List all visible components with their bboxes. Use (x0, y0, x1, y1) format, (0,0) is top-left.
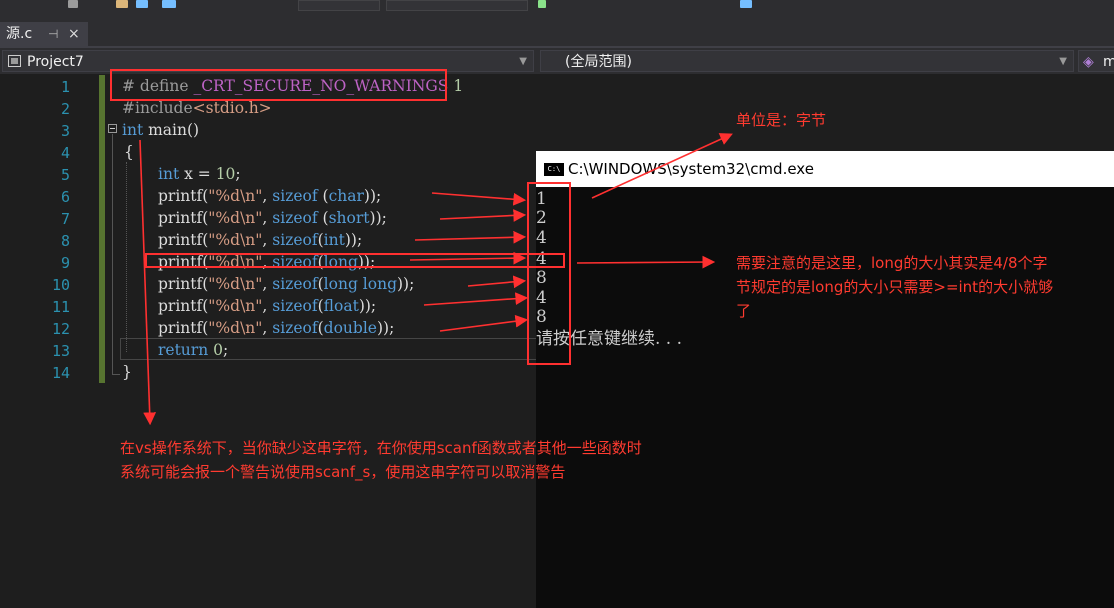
arrow-long-note (576, 255, 716, 269)
arrow-double (439, 314, 529, 332)
arrow-int (414, 230, 527, 244)
long-annotation-line-1: 需要注意的是这里，long的大小其实是4/8个字 (736, 254, 1048, 272)
annotation-arrows (139, 133, 733, 426)
arrow-long (409, 251, 527, 265)
arrow-long-long (467, 275, 527, 289)
long-annotation-line-3: 了 (736, 302, 752, 320)
arrow-short (439, 209, 527, 222)
unit-annotation: 单位是：字节 (736, 111, 827, 129)
define-annotation-line-2: 系统可能会报一个警告说使用scanf_s，使用这串字符可以取消警告 (120, 463, 566, 481)
arrow-char (431, 192, 527, 206)
arrow-unit-note (591, 133, 733, 199)
arrow-float (423, 292, 529, 306)
define-annotation-line-1: 在vs操作系统下，当你缺少这串字符，在你使用scanf函数或者其他一些函数时 (120, 439, 642, 457)
long-annotation-line-2: 节规定的是long的大小只需要>=int的大小就够 (736, 278, 1054, 296)
arrow-define-note (139, 139, 157, 426)
